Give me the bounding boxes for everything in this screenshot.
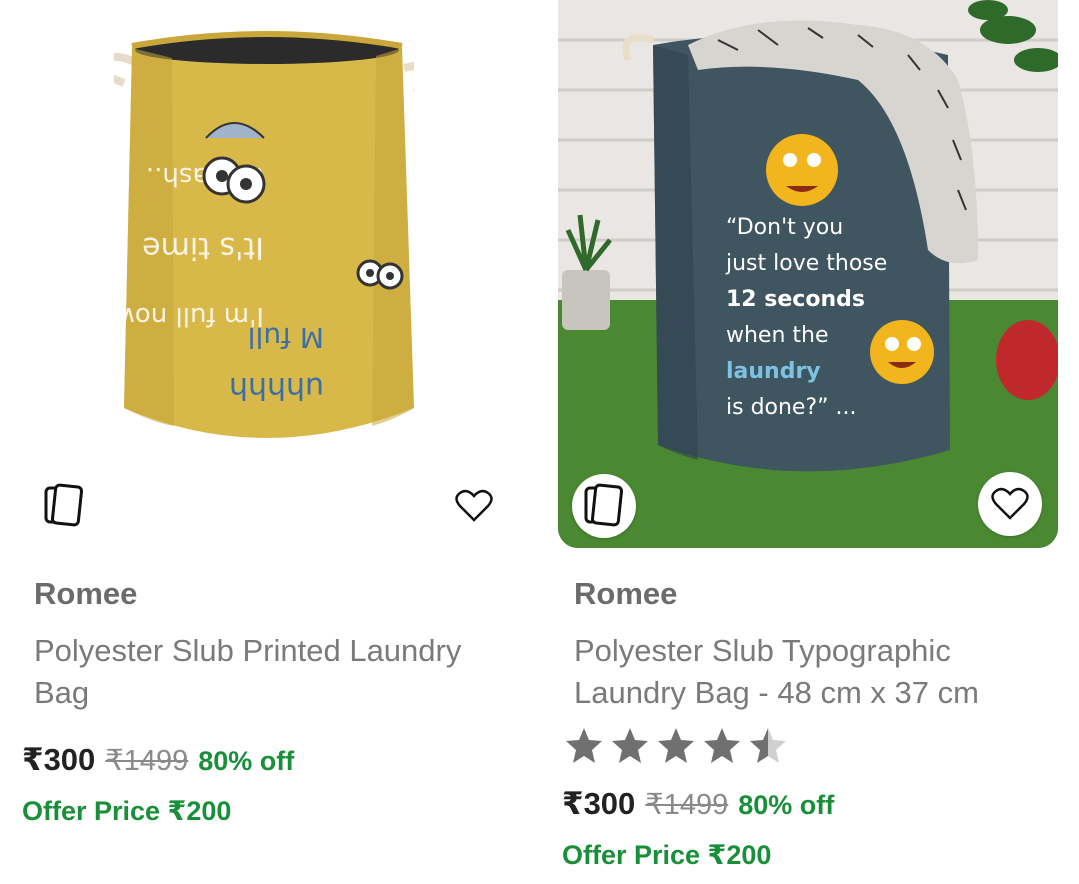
brand-name: Romee	[574, 576, 678, 611]
star-icon	[566, 728, 602, 763]
selling-price: ₹300	[22, 742, 96, 777]
bag-text-line: just love those	[726, 251, 888, 276]
svg-text:M full: M full	[248, 321, 324, 354]
original-price: ₹1499	[645, 789, 729, 821]
rating-stars	[564, 726, 788, 766]
similar-products-icon[interactable]	[32, 474, 96, 538]
offer-price: Offer Price ₹200	[22, 796, 232, 826]
price-row: ₹300 ₹1499 80% off	[22, 742, 294, 778]
offer-price: Offer Price ₹200	[562, 840, 772, 870]
heart-icon[interactable]	[442, 474, 506, 538]
product-card[interactable]: “Don't you just love those 12 seconds wh…	[558, 0, 1058, 884]
heart-icon[interactable]	[978, 472, 1042, 536]
brand-name: Romee	[34, 576, 138, 611]
star-icon	[750, 728, 786, 763]
star-icon	[658, 728, 694, 763]
product-grid: to wash.. It's time I'm full now uhhhh M…	[0, 0, 1079, 884]
star-icon	[612, 728, 648, 763]
original-price: ₹1499	[105, 745, 189, 777]
svg-text:uhhhh: uhhhh	[229, 370, 324, 405]
bag-text-line: when the	[726, 323, 829, 348]
bag-text-line: laundry	[726, 359, 821, 384]
product-image[interactable]: “Don't you just love those 12 seconds wh…	[558, 0, 1058, 548]
bag-text-line: is done?” ...	[726, 395, 857, 420]
product-card[interactable]: to wash.. It's time I'm full now uhhhh M…	[18, 0, 518, 884]
similar-products-icon[interactable]	[572, 474, 636, 538]
svg-text:I'm full now: I'm full now	[114, 301, 264, 331]
product-title[interactable]: Polyester Slub Printed Laundry Bag	[34, 630, 524, 714]
star-icon	[704, 728, 740, 763]
discount-badge: 80% off	[738, 790, 835, 820]
selling-price: ₹300	[562, 786, 636, 821]
product-image[interactable]: to wash.. It's time I'm full now uhhhh M…	[18, 0, 518, 548]
svg-text:It's time: It's time	[142, 230, 264, 265]
bag-print-text: “Don't you just love those 12 seconds wh…	[726, 210, 936, 426]
laundry-bag-illustration: to wash.. It's time I'm full now uhhhh M…	[114, 31, 414, 438]
bag-text-line: 12 seconds	[726, 287, 865, 312]
price-row: ₹300 ₹1499 80% off	[562, 786, 834, 822]
product-title[interactable]: Polyester Slub Typographic Laundry Bag -…	[574, 630, 1064, 714]
bag-text-line: “Don't you	[726, 215, 844, 240]
discount-badge: 80% off	[198, 746, 295, 776]
